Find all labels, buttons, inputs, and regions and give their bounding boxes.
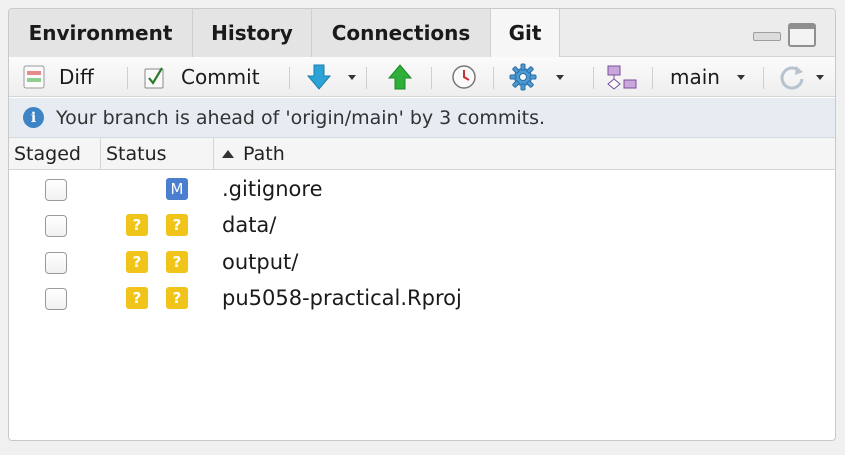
refresh-button[interactable] bbox=[778, 57, 806, 97]
file-path: pu5058-practical.Rproj bbox=[222, 286, 462, 310]
current-branch-label: main bbox=[670, 65, 720, 89]
diff-label: Diff bbox=[59, 65, 94, 89]
history-button[interactable] bbox=[451, 57, 477, 97]
gear-icon bbox=[509, 63, 537, 91]
toolbar-divider bbox=[593, 67, 594, 89]
staged-checkbox[interactable] bbox=[45, 179, 67, 201]
toolbar-divider bbox=[493, 67, 494, 89]
column-path-label: Path bbox=[243, 143, 285, 165]
toolbar-divider bbox=[431, 67, 432, 89]
column-path[interactable]: Path bbox=[222, 138, 285, 170]
new-branch-button[interactable] bbox=[606, 57, 638, 97]
maximize-pane-icon[interactable] bbox=[788, 23, 816, 47]
staged-checkbox[interactable] bbox=[45, 215, 67, 237]
pull-button[interactable] bbox=[306, 57, 332, 97]
refresh-dropdown-chevron-down-icon[interactable] bbox=[816, 75, 824, 80]
staged-checkbox[interactable] bbox=[45, 252, 67, 274]
refresh-icon bbox=[780, 66, 804, 90]
status-untracked-icon: ? bbox=[166, 214, 188, 236]
toolbar-divider bbox=[652, 67, 653, 89]
staged-checkbox[interactable] bbox=[45, 288, 67, 310]
file-path: output/ bbox=[222, 250, 299, 274]
branch-dropdown-chevron-down-icon[interactable] bbox=[737, 75, 745, 80]
status-modified-icon: M bbox=[166, 178, 188, 200]
file-row[interactable]: M .gitignore bbox=[9, 171, 835, 207]
pull-icon bbox=[306, 64, 332, 90]
tab-connections[interactable]: Connections bbox=[312, 9, 491, 57]
file-row[interactable]: ? ? output/ bbox=[9, 244, 835, 280]
diff-icon bbox=[23, 65, 45, 89]
status-untracked-icon: ? bbox=[126, 287, 148, 309]
pull-dropdown-chevron-down-icon[interactable] bbox=[348, 75, 356, 80]
git-pane: Environment History Connections Git Diff… bbox=[8, 8, 836, 441]
tab-history[interactable]: History bbox=[193, 9, 312, 57]
tab-git[interactable]: Git bbox=[491, 9, 560, 57]
sort-ascending-icon bbox=[222, 150, 234, 158]
status-untracked-icon: ? bbox=[166, 251, 188, 273]
push-icon bbox=[387, 64, 413, 90]
toolbar-divider bbox=[366, 67, 367, 89]
file-row[interactable]: ? ? pu5058-practical.Rproj bbox=[9, 280, 835, 316]
status-untracked-icon: ? bbox=[126, 214, 148, 236]
commit-label: Commit bbox=[181, 65, 260, 89]
column-status[interactable]: Status bbox=[106, 138, 167, 170]
file-list-header: Staged Status Path bbox=[9, 138, 835, 170]
toolbar-divider bbox=[289, 67, 290, 89]
git-options-button[interactable] bbox=[509, 57, 537, 97]
minimize-pane-icon[interactable] bbox=[753, 23, 781, 43]
column-staged[interactable]: Staged bbox=[14, 138, 81, 170]
file-path: .gitignore bbox=[222, 177, 323, 201]
commit-button[interactable]: Commit bbox=[142, 57, 260, 97]
commit-icon bbox=[144, 67, 164, 89]
git-toolbar: Diff Commit main bbox=[9, 57, 835, 97]
branch-status-bar: i Your branch is ahead of 'origin/main' … bbox=[9, 98, 835, 138]
tab-strip: Environment History Connections Git bbox=[9, 9, 835, 57]
branch-status-message: Your branch is ahead of 'origin/main' by… bbox=[56, 106, 546, 129]
file-path: data/ bbox=[222, 213, 277, 237]
branch-selector[interactable]: main bbox=[670, 57, 720, 97]
status-untracked-icon: ? bbox=[166, 287, 188, 309]
history-icon bbox=[452, 65, 476, 89]
info-icon: i bbox=[23, 107, 44, 128]
column-divider bbox=[213, 138, 214, 170]
toolbar-divider bbox=[127, 67, 128, 89]
new-branch-icon bbox=[607, 65, 637, 90]
status-untracked-icon: ? bbox=[126, 251, 148, 273]
toolbar-divider bbox=[763, 67, 764, 89]
column-divider bbox=[100, 138, 101, 170]
push-button[interactable] bbox=[387, 57, 413, 97]
diff-button[interactable]: Diff bbox=[23, 57, 94, 97]
file-row[interactable]: ? ? data/ bbox=[9, 207, 835, 243]
options-dropdown-chevron-down-icon[interactable] bbox=[556, 75, 564, 80]
tab-environment[interactable]: Environment bbox=[9, 9, 193, 57]
